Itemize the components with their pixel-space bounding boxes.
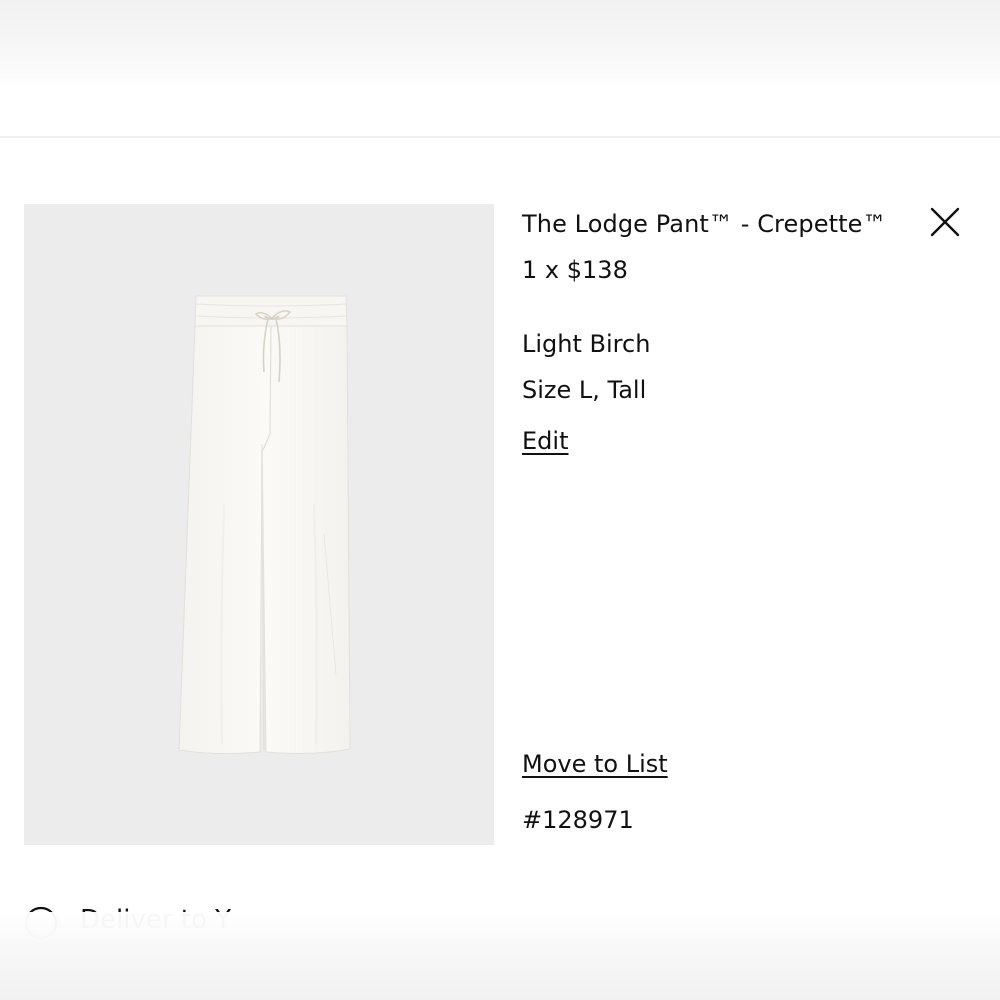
quantity-price: 1 x $138 bbox=[522, 255, 628, 285]
cart-item-page: The Lodge Pant™ - Crepette™ 1 x $138 Lig… bbox=[0, 0, 1000, 1000]
color-name: Light Birch bbox=[522, 330, 651, 358]
product-image[interactable] bbox=[24, 204, 494, 845]
bottom-fade-overlay bbox=[0, 912, 1000, 1000]
top-fade-overlay bbox=[0, 0, 1000, 90]
price: $138 bbox=[566, 256, 628, 284]
divider bbox=[0, 136, 1000, 138]
close-icon bbox=[930, 207, 960, 237]
move-to-list-link[interactable]: Move to List bbox=[522, 749, 668, 779]
item-number: #128971 bbox=[522, 806, 634, 834]
size-text: Size L, Tall bbox=[522, 376, 647, 404]
product-title[interactable]: The Lodge Pant™ - Crepette™ bbox=[522, 209, 887, 239]
quantity: 1 bbox=[522, 256, 538, 284]
remove-item-button[interactable] bbox=[929, 206, 961, 238]
quantity-separator: x bbox=[544, 256, 560, 284]
edit-link[interactable]: Edit bbox=[522, 426, 568, 456]
pants-product-photo bbox=[178, 295, 351, 755]
